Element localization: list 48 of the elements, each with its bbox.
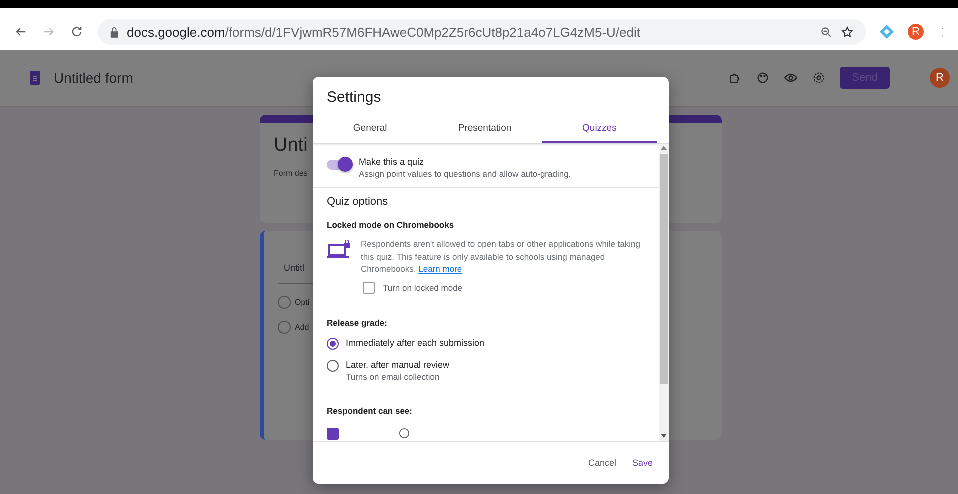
account-avatar[interactable]: R (930, 68, 950, 88)
laptop-lock-icon (327, 240, 351, 260)
eye-icon[interactable] (784, 71, 798, 85)
checkbox-label: Turn on locked mode (383, 282, 463, 292)
respondent-checkbox[interactable] (327, 428, 339, 440)
zoom-out-icon[interactable] (820, 26, 833, 38)
reload-icon[interactable] (70, 25, 84, 39)
radio-label: Later, after manual review (346, 360, 450, 370)
locked-mode-checkbox[interactable] (363, 282, 375, 294)
radio-icon (278, 321, 291, 334)
puzzle-icon[interactable] (728, 71, 742, 85)
settings-tab[interactable]: Quizzes (542, 115, 658, 143)
address-bar[interactable]: docs.google.com/forms/d/1FVjwmR57M6FHAweC0Mp2Z5r6cUt8p21a4o7LG4zM5-U/edit (98, 19, 866, 45)
scroll-up-icon[interactable] (661, 146, 667, 150)
radio-sublabel: Turns on email collection (346, 372, 441, 382)
radio-icon (278, 296, 291, 309)
radio-button[interactable] (327, 360, 339, 372)
locked-mode-heading: Locked mode on Chromebooks (327, 220, 456, 230)
release-grade-heading: Release grade: (327, 318, 388, 328)
scroll-down-icon[interactable] (661, 434, 667, 438)
lock-icon (110, 26, 119, 38)
url-host: docs.google.com (127, 24, 226, 40)
url-path: /forms/d/1FVjwmR57M6FHAweC0Mp2Z5r6cUt8p21a4o7LG4zM5-U/edit (225, 24, 640, 40)
learn-more-link[interactable]: Learn more (418, 264, 462, 274)
toggle-label: Make this a quiz (359, 157, 426, 167)
form-title: Untitled form (54, 70, 134, 86)
form-heading: Unti (274, 135, 308, 157)
radio-label: Immediately after each submission (346, 338, 485, 348)
section-title: Quiz options (327, 196, 390, 208)
respondent-heading: Respondent can see: (327, 406, 414, 416)
scrollbar-thumb[interactable] (660, 154, 668, 384)
diamond-icon[interactable] (880, 25, 894, 39)
dialog-title: Settings (326, 88, 382, 108)
save-button[interactable]: Save (626, 454, 659, 472)
cancel-button[interactable]: Cancel (582, 454, 622, 472)
settings-tab[interactable]: Presentation (428, 115, 542, 143)
settings-icon[interactable] (812, 71, 826, 85)
quiz-toggle[interactable] (327, 160, 353, 170)
profile-avatar[interactable]: R (908, 24, 924, 40)
form-description: Form des (274, 169, 308, 178)
form-document-icon[interactable] (30, 71, 40, 85)
star-icon[interactable] (841, 26, 854, 38)
radio-button[interactable] (327, 338, 339, 350)
locked-mode-description: Respondents aren't allowed to open tabs or other applications while taking this quiz. This feature is only available to schools using managed Chromebooks. Learn more (361, 238, 641, 276)
option-label[interactable]: Add (295, 323, 310, 332)
toggle-description: Assign point values to questions and allow auto-grading. (359, 169, 572, 179)
settings-tab[interactable]: General (313, 115, 428, 143)
option-label[interactable]: Opti (295, 298, 310, 307)
